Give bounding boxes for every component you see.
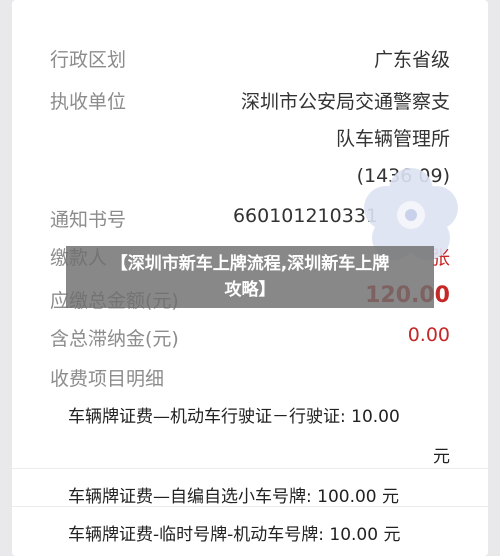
district-value: 广东省级 xyxy=(373,49,450,71)
items-label: 收费项目明细 xyxy=(50,368,165,390)
notice-label: 通知书号 xyxy=(50,209,127,231)
banner-line2: 攻略】 xyxy=(224,280,276,300)
divider xyxy=(12,468,488,469)
divider xyxy=(12,506,488,507)
fee-item-unit: 元 xyxy=(433,447,450,467)
unit-value-line1: 深圳市公安局交通警察支 xyxy=(240,91,450,113)
fee-item: 车辆牌证费—机动车行驶证－行驶证: 10.00 xyxy=(68,407,400,427)
unit-label: 执收单位 xyxy=(50,91,127,113)
late-fee-label: 含总滞纳金(元) xyxy=(50,328,179,350)
unit-value-line2: 队车辆管理所 xyxy=(335,128,450,150)
late-fee-value: 0.00 xyxy=(407,324,450,346)
title-banner: 【深圳市新车上牌流程,深圳新车上牌 攻略】 xyxy=(66,246,434,308)
district-label: 行政区划 xyxy=(50,49,127,71)
banner-line1: 【深圳市新车上牌流程,深圳新车上牌 xyxy=(110,254,390,274)
fee-item: 车辆牌证费-临时号牌-机动车号牌: 10.00 元 xyxy=(68,525,401,545)
fee-item: 车辆牌证费—自编自选小车号牌: 100.00 元 xyxy=(68,487,400,507)
